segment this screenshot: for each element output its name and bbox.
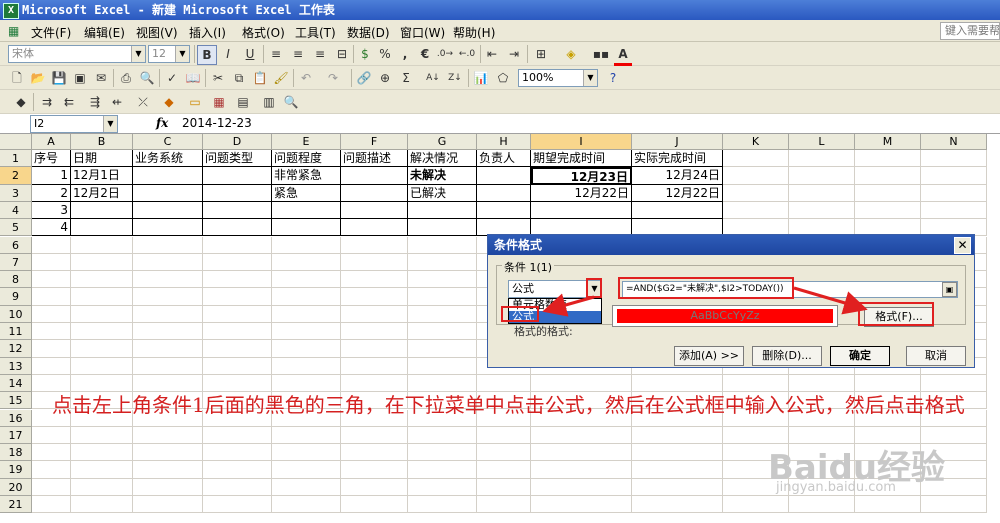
arrow-to-format-button [793,286,868,315]
arrow-to-formula-option [542,293,595,317]
watermark-url: jingyan.baidu.com [776,480,896,495]
instruction-text: 点击左上角条件1后面的黑色的三角，在下拉菜单中点击公式，然后在公式框中输入公式，… [52,393,965,417]
